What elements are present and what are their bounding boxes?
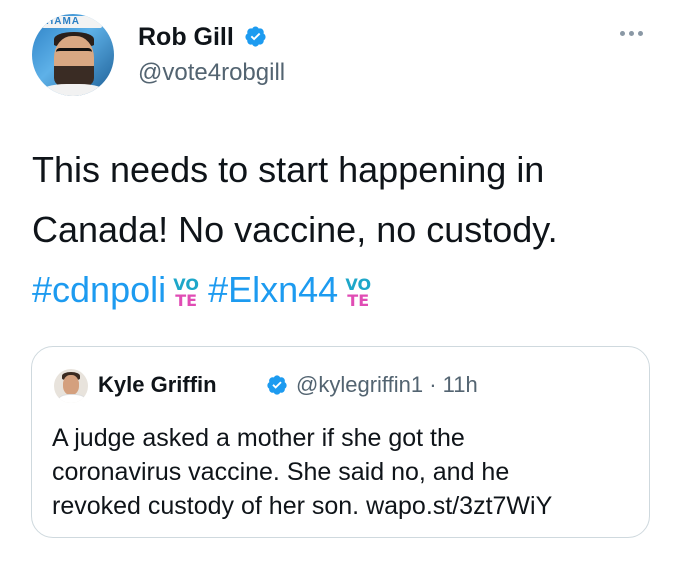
vote-emoji-bottom: TE — [175, 291, 198, 310]
quoted-author-avatar[interactable] — [54, 369, 88, 403]
tweet-text: This needs to start happening in Canada!… — [32, 140, 652, 320]
hashtag-cdnpoli[interactable]: #cdnpoli — [32, 269, 166, 310]
avatar-glasses — [56, 48, 92, 61]
hashtag-elxn44[interactable]: #Elxn44 — [208, 269, 338, 310]
more-dot — [620, 30, 625, 36]
author-avatar[interactable]: HAMA — [32, 14, 114, 96]
quoted-text-line: A judge asked a mother if she got the — [52, 424, 465, 452]
quoted-text-line: coronavirus vaccine. She said no, and he — [52, 458, 510, 486]
quoted-text-line: revoked custody of her son. wapo.st/3zt7… — [52, 492, 553, 520]
meta-separator: · — [429, 372, 437, 397]
vote-emoji-bottom: TE — [347, 291, 370, 310]
quoted-avatar-shirt — [58, 394, 86, 403]
quoted-author-display-name[interactable]: Kyle Griffin — [98, 371, 217, 399]
quoted-tweet-meta: @kylegriffin1 · 11h — [296, 371, 478, 399]
author-handle[interactable]: @vote4robgill — [138, 58, 285, 88]
verified-badge-icon — [267, 375, 287, 395]
tweet-text-line: Canada! No vaccine, no custody. — [32, 209, 558, 250]
tweet-text-line: This needs to start happening in — [32, 149, 545, 190]
quoted-tweet-time[interactable]: 11h — [443, 372, 478, 397]
verified-badge-icon — [245, 26, 266, 47]
more-horizontal-icon[interactable] — [620, 26, 650, 40]
quoted-tweet[interactable]: Kyle Griffin @kylegriffin1 · 11h A judge… — [31, 346, 650, 538]
quoted-author-handle[interactable]: @kylegriffin1 — [296, 372, 423, 397]
avatar-banner-text: HAMA — [46, 16, 80, 27]
vote-emoji-icon: VO TE — [172, 277, 200, 313]
quoted-tweet-text: A judge asked a mother if she got the co… — [52, 421, 632, 523]
more-dot — [638, 30, 643, 36]
quoted-avatar-face — [63, 375, 79, 395]
more-dot — [629, 30, 634, 36]
vote-emoji-icon: VO TE — [344, 277, 372, 313]
tweet-hashtag-line: #cdnpoli VO TE #Elxn44 VO TE — [32, 260, 652, 320]
avatar-shirt — [40, 84, 106, 96]
tweet-card: HAMA Rob Gill @vote4robgill This needs t… — [0, 0, 680, 574]
author-display-name[interactable]: Rob Gill — [138, 22, 234, 52]
